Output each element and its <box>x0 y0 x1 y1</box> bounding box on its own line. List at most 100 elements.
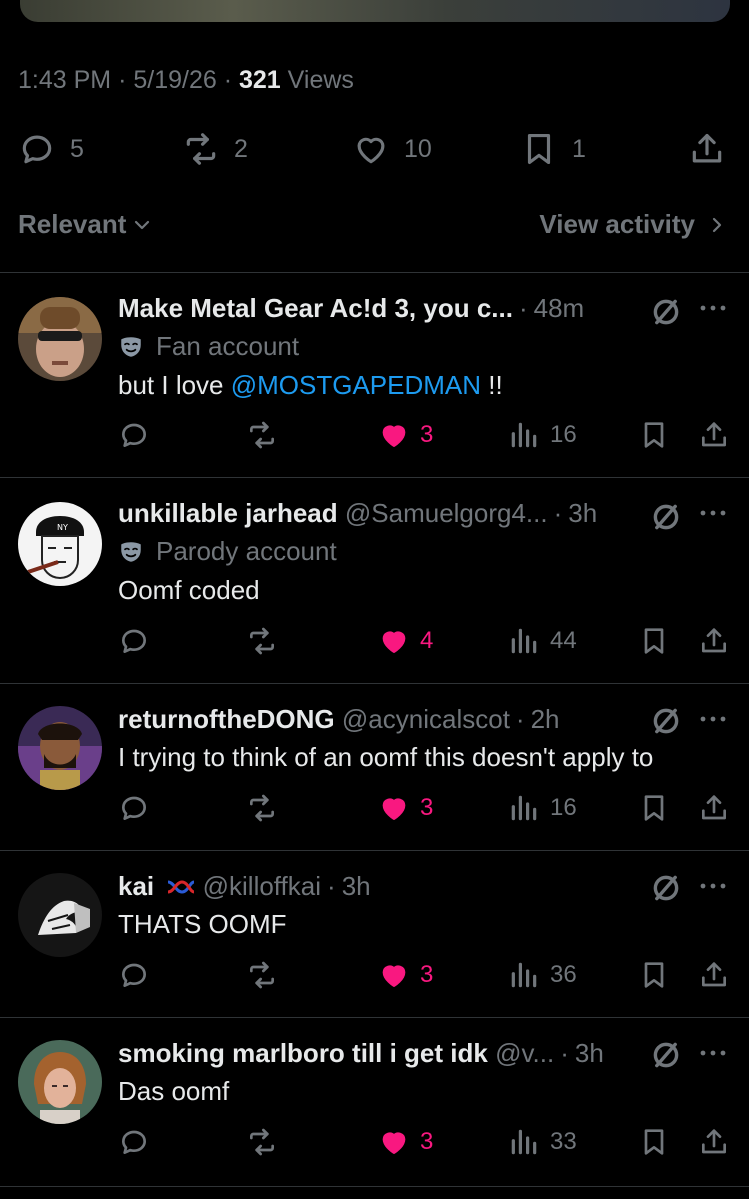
views-icon <box>511 422 537 448</box>
repost-icon <box>250 421 274 449</box>
reply-text: Oomf coded <box>118 575 260 605</box>
views-button[interactable]: 36 <box>508 955 577 995</box>
views-count[interactable]: 321 <box>239 66 281 94</box>
sort-dropdown[interactable]: Relevant <box>18 209 152 240</box>
bookmark-button[interactable]: 1 <box>520 125 586 173</box>
views-icon <box>511 1129 537 1155</box>
reply-time[interactable]: 48m <box>534 293 585 323</box>
reply-button[interactable] <box>118 415 150 455</box>
reply-action-bar: 4 44 <box>0 621 749 661</box>
post-meta: 1:43 PM · 5/19/26 · 321 Views <box>18 66 354 95</box>
avatar[interactable] <box>18 873 102 957</box>
handle[interactable]: @acynicalscot <box>342 704 510 734</box>
views-button[interactable]: 33 <box>508 1122 577 1162</box>
bookmark-icon <box>644 422 664 448</box>
reply-item[interactable]: kai @killoffkai · 3h THATS OOMF 3 36 <box>0 851 749 1017</box>
grok-icon[interactable] <box>649 295 683 329</box>
views-button[interactable]: 16 <box>508 415 577 455</box>
repost-button[interactable] <box>246 621 278 661</box>
repost-button[interactable] <box>246 788 278 828</box>
post-media-image[interactable] <box>20 0 730 22</box>
grok-icon[interactable] <box>649 500 683 534</box>
display-name[interactable]: kai <box>118 871 154 901</box>
like-button[interactable]: 10 <box>352 125 432 173</box>
share-button[interactable] <box>698 415 730 455</box>
view-activity-link[interactable]: View activity <box>539 209 727 240</box>
reply-item[interactable]: NY unkillable jarhead @Samuelgorg4... · 3h… <box>0 478 749 682</box>
heart-filled-icon <box>382 631 406 653</box>
like-button[interactable]: 4 <box>378 621 433 661</box>
reply-time[interactable]: 3h <box>342 871 371 901</box>
display-name[interactable]: unkillable jarhead <box>118 498 338 528</box>
reply-time[interactable]: 3h <box>568 498 597 528</box>
share-icon <box>702 795 726 820</box>
repost-button[interactable]: 2 <box>182 125 248 173</box>
more-options-icon[interactable] <box>698 881 728 891</box>
reply-item[interactable]: returnoftheDONG @acynicalscot · 2h I tryin… <box>0 684 749 850</box>
share-button[interactable] <box>698 955 730 995</box>
avatar[interactable] <box>18 1040 102 1124</box>
grok-icon[interactable] <box>649 871 683 905</box>
reply-button[interactable] <box>118 621 150 661</box>
more-options-icon[interactable] <box>698 1048 728 1058</box>
repost-button[interactable] <box>246 1122 278 1162</box>
separator-dot: · <box>560 1038 569 1068</box>
display-name[interactable]: Make Metal Gear Ac!d 3, you c... <box>118 293 513 323</box>
reply-text: I trying to think of an oomf this doesn'… <box>118 742 654 772</box>
like-button[interactable]: 3 <box>378 1122 433 1162</box>
handle[interactable]: @killoffkai <box>203 871 321 901</box>
view-activity-label: View activity <box>539 209 695 239</box>
reply-item[interactable]: smoking marlboro till i get idk @v... · 3h… <box>0 1018 749 1186</box>
bookmark-button[interactable] <box>638 955 670 995</box>
reply-time[interactable]: 3h <box>575 1038 604 1068</box>
separator-dot: · <box>515 704 525 734</box>
views-label[interactable]: Views <box>288 66 354 94</box>
grok-icon[interactable] <box>649 704 683 738</box>
share-button[interactable] <box>698 788 730 828</box>
grok-icon[interactable] <box>649 1038 683 1072</box>
bookmark-button[interactable] <box>638 1122 670 1162</box>
account-badge: Parody account <box>118 536 337 567</box>
reply-button[interactable] <box>118 955 150 995</box>
share-button[interactable] <box>698 1122 730 1162</box>
divider <box>0 1186 749 1187</box>
heart-filled-icon <box>382 965 406 987</box>
avatar[interactable] <box>18 297 102 381</box>
reply-time[interactable]: 2h <box>531 704 560 734</box>
share-button[interactable] <box>688 125 726 173</box>
like-button[interactable]: 3 <box>378 788 433 828</box>
views-icon <box>511 795 537 821</box>
bookmark-button[interactable] <box>638 415 670 455</box>
repost-button[interactable] <box>246 955 278 995</box>
more-options-icon[interactable] <box>698 508 728 518</box>
repost-icon <box>250 1128 274 1156</box>
reply-action-bar: 3 36 <box>0 955 749 995</box>
handle[interactable]: @v... <box>495 1038 554 1068</box>
reply-button[interactable] <box>118 788 150 828</box>
reply-sort-row: Relevant View activity <box>0 205 749 247</box>
mention-link[interactable]: @MOSTGAPEDMAN <box>231 370 481 400</box>
avatar[interactable]: NY <box>18 502 102 586</box>
like-button[interactable]: 3 <box>378 955 433 995</box>
more-options-icon[interactable] <box>698 714 728 724</box>
bookmark-icon <box>527 133 551 165</box>
bookmark-button[interactable] <box>638 788 670 828</box>
display-name[interactable]: returnoftheDONG <box>118 704 335 734</box>
share-button[interactable] <box>698 621 730 661</box>
views-button[interactable]: 44 <box>508 621 577 661</box>
display-name[interactable]: smoking marlboro till i get idk <box>118 1038 488 1068</box>
bookmark-button[interactable] <box>638 621 670 661</box>
views-count: 33 <box>550 1128 577 1155</box>
views-icon <box>511 962 537 988</box>
reply-item[interactable]: Make Metal Gear Ac!d 3, you c... · 48m Fan… <box>0 273 749 476</box>
like-button[interactable]: 3 <box>378 415 433 455</box>
views-button[interactable]: 16 <box>508 788 577 828</box>
like-count: 4 <box>420 627 434 654</box>
repost-button[interactable] <box>246 415 278 455</box>
avatar[interactable] <box>18 706 102 790</box>
more-options-icon[interactable] <box>698 303 728 313</box>
svg-text:NY: NY <box>57 523 68 532</box>
reply-button[interactable]: 5 <box>18 125 84 173</box>
reply-button[interactable] <box>118 1122 150 1162</box>
handle[interactable]: @Samuelgorg4... <box>345 498 548 528</box>
